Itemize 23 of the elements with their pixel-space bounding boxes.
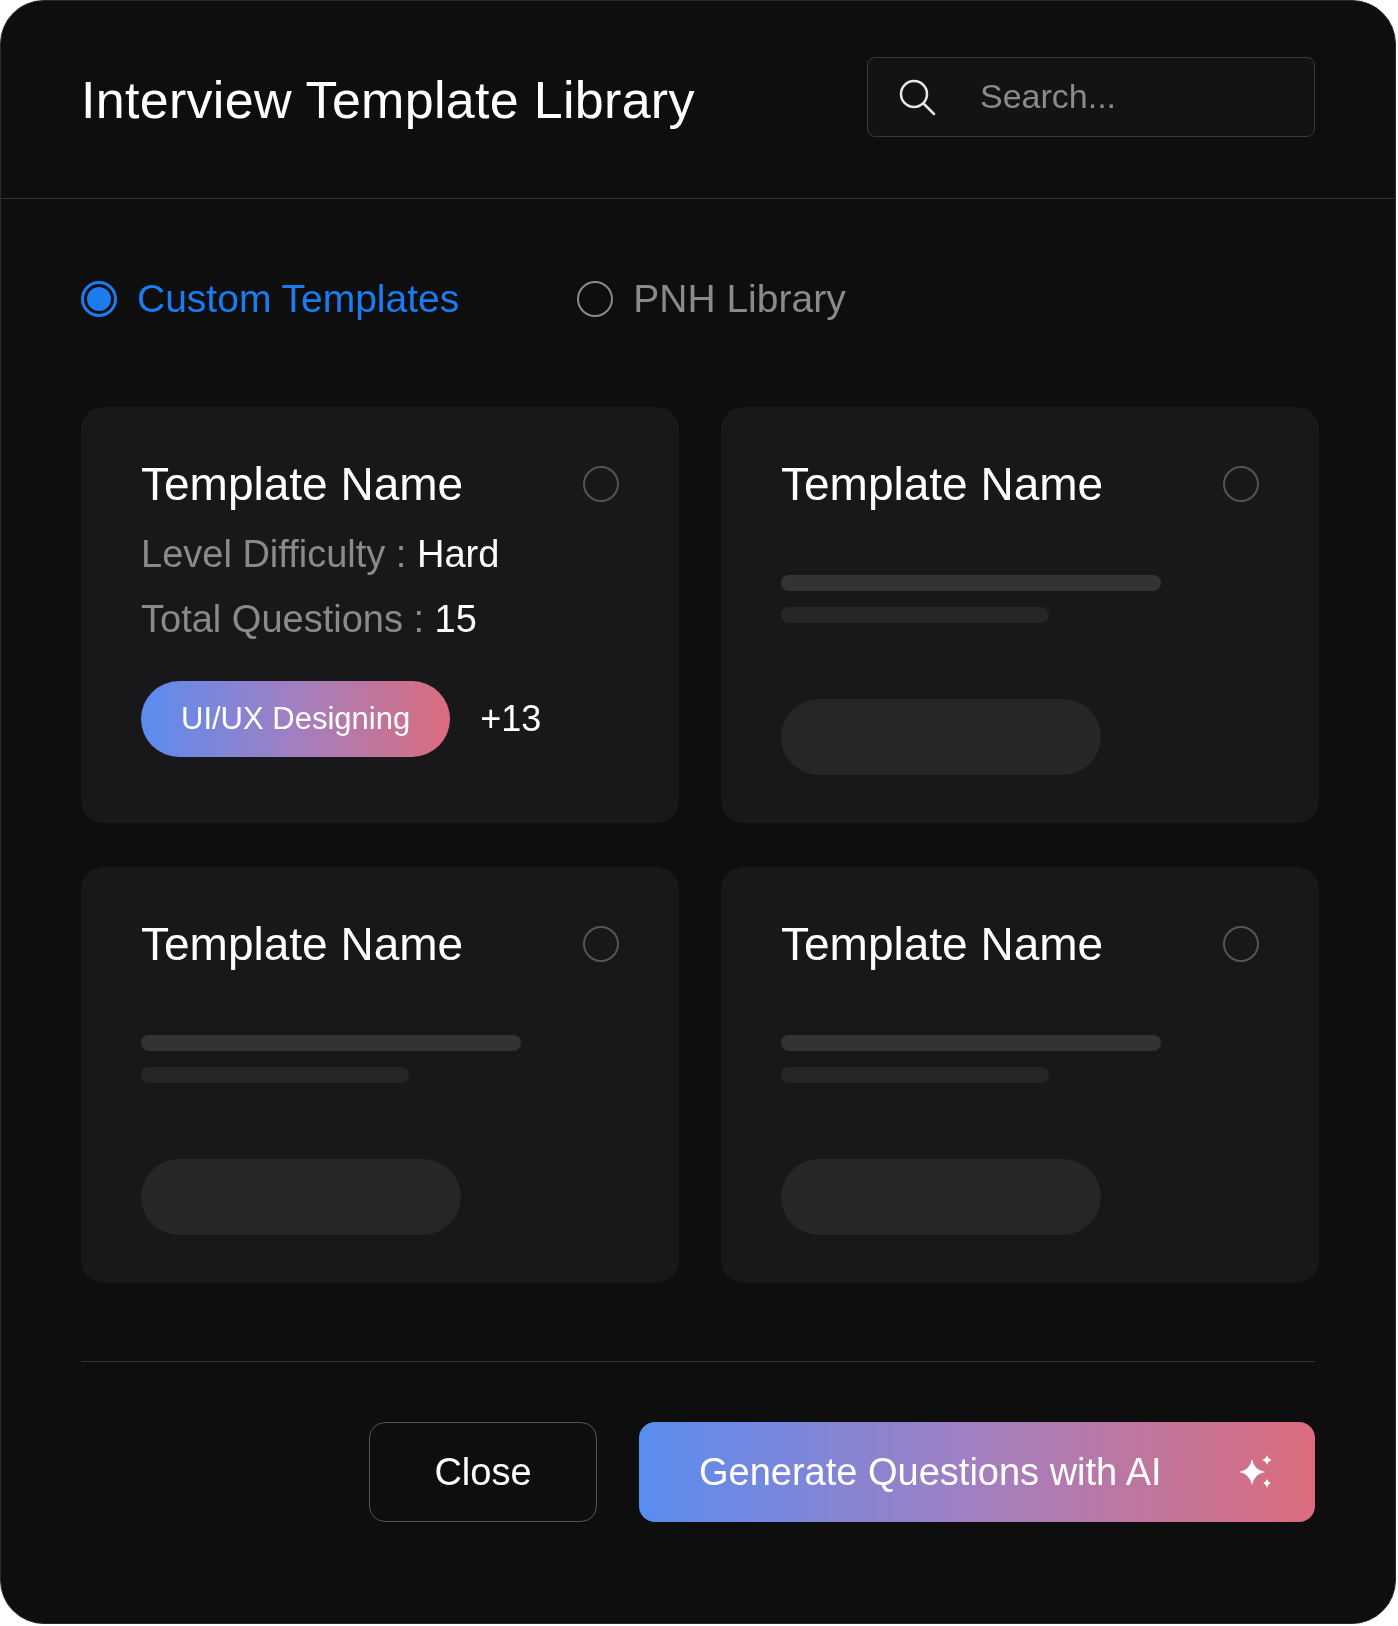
radio-button[interactable]: [583, 466, 619, 502]
template-name: Template Name: [781, 917, 1104, 971]
template-name: Template Name: [141, 457, 464, 511]
close-button[interactable]: Close: [369, 1422, 597, 1522]
template-card[interactable]: Template Name: [721, 407, 1319, 823]
template-card[interactable]: Template Name Level Difficulty : Hard Total Questions : 15 UI/UX Designing +13: [81, 407, 679, 823]
tag-chip: UI/UX Designing: [141, 681, 451, 757]
questions-label: Total Questions :: [141, 598, 425, 640]
radio-button[interactable]: [1223, 466, 1259, 502]
dialog-title: Interview Template Library: [81, 69, 695, 130]
radio-option[interactable]: Custom Templates: [81, 277, 460, 321]
questions-count: 15: [434, 598, 477, 640]
template-name: Template Name: [141, 917, 464, 971]
template-card[interactable]: Template Name: [81, 867, 679, 1283]
radio-button[interactable]: [1223, 926, 1259, 962]
template-name: Template Name: [781, 457, 1104, 511]
template-card[interactable]: Template Name: [721, 867, 1319, 1283]
difficulty-label: Level Difficulty :: [141, 533, 407, 575]
radio-button[interactable]: [583, 926, 619, 962]
search-field[interactable]: Search...: [867, 56, 1315, 137]
more-tags-count: +13: [480, 698, 542, 740]
difficulty-value: Hard: [416, 533, 500, 575]
radio-option[interactable]: PNH Library: [577, 277, 846, 321]
